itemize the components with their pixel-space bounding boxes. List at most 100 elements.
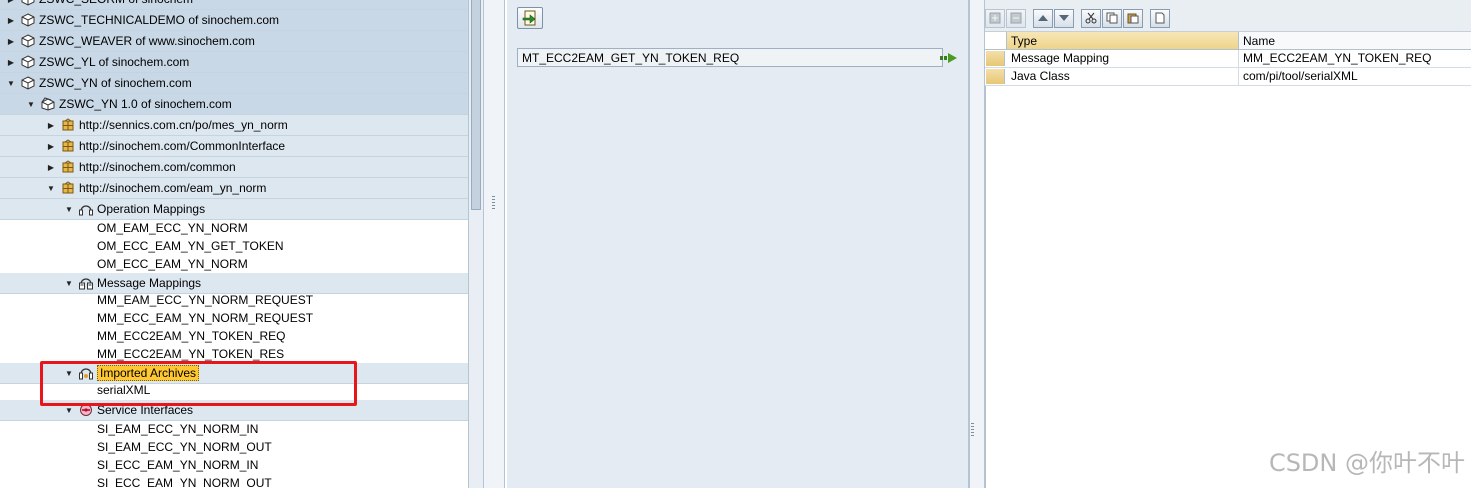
move-up-button[interactable] (1033, 8, 1053, 28)
collapsed-caret-icon[interactable]: ▶ (6, 58, 16, 67)
tree-scrollbar[interactable] (468, 0, 483, 488)
namespace-icon (60, 117, 76, 133)
tree-node-version[interactable]: ▼ ZSWC_YN 1.0 of sinochem.com (0, 94, 468, 115)
tree-node-swcv[interactable]: ▶ ZSWC_WEAVER of www.sinochem.com (0, 31, 468, 52)
tree-leaf-item[interactable]: OM_ECC_EAM_YN_NORM (0, 255, 468, 273)
collapsed-caret-icon[interactable]: ▶ (46, 142, 56, 151)
tree-node-swcv[interactable]: ▶ ZSWC_TECHNICALDEMO of sinochem.com (0, 10, 468, 31)
expanded-caret-icon[interactable]: ▼ (46, 184, 56, 193)
tree-item-label: Service Interfaces (97, 403, 194, 417)
expanded-caret-icon[interactable]: ▼ (26, 100, 36, 109)
tree-item-label: Operation Mappings (97, 202, 206, 216)
tree-item-label: OM_ECC_EAM_YN_NORM (97, 257, 248, 271)
tree-node-swcv[interactable]: ▼ ZSWC_YN of sinochem.com (0, 73, 468, 94)
tree-item-label: serialXML (97, 383, 151, 397)
tree-item-label: MM_ECC_EAM_YN_NORM_REQUEST (97, 311, 314, 325)
tree-item-label: ZSWC_SEORM of sinochem (39, 0, 193, 6)
table-row[interactable]: Message Mapping MM_ECC2EAM_YN_TOKEN_REQ (985, 50, 1471, 68)
cell-type[interactable]: Message Mapping (1007, 50, 1239, 67)
namespace-icon (60, 138, 76, 154)
package-icon (20, 0, 36, 7)
document-arrow-icon (522, 10, 536, 26)
tree-leaf-item[interactable]: SI_EAM_ECC_YN_NORM_OUT (0, 438, 468, 456)
tree-node-swcv[interactable]: ▶ ZSWC_YL of sinochem.com (0, 52, 468, 73)
tree-leaf-item[interactable]: MM_ECC2EAM_YN_TOKEN_RES (0, 345, 468, 363)
tree-node-category[interactable]: ▼ Operation Mappings (0, 199, 468, 220)
paste-button[interactable] (1123, 8, 1143, 28)
column-header-name[interactable]: Name (1239, 32, 1471, 49)
table-row[interactable]: Java Class com/pi/tool/serialXML (985, 68, 1471, 86)
cell-name[interactable]: com/pi/tool/serialXML (1239, 68, 1471, 85)
tree-node-category[interactable]: ▼ Service Interfaces (0, 400, 468, 421)
tree-leaf-item[interactable]: SI_EAM_ECC_YN_NORM_IN (0, 420, 468, 438)
tree-item-label: ZSWC_TECHNICALDEMO of sinochem.com (39, 13, 280, 27)
tree-leaf-item[interactable]: MM_EAM_ECC_YN_NORM_REQUEST (0, 291, 468, 309)
tree-node-ns[interactable]: ▼ http://sinochem.com/eam_yn_norm (0, 178, 468, 199)
collapsed-caret-icon[interactable]: ▶ (46, 163, 56, 172)
expanded-caret-icon[interactable]: ▼ (64, 205, 74, 214)
used-objects-grid: Type Name Message Mapping MM_ECC2EAM_YN_… (985, 31, 1471, 86)
collapsed-caret-icon[interactable]: ▶ (46, 121, 56, 130)
load-message-button[interactable] (517, 7, 543, 29)
tree-node-ns[interactable]: ▶ http://sennics.com.cn/po/mes_yn_norm (0, 115, 468, 136)
tree-leaf-item[interactable]: SI_ECC_EAM_YN_NORM_IN (0, 456, 468, 474)
package-open-icon (40, 96, 56, 112)
package-icon (20, 75, 36, 91)
imported-archive-icon (78, 365, 94, 381)
copy-button[interactable] (1102, 8, 1122, 28)
tree-item-label: http://sennics.com.cn/po/mes_yn_norm (79, 118, 288, 132)
tree-item-label: SI_ECC_EAM_YN_NORM_IN (97, 458, 259, 472)
message-mapping-icon (78, 275, 94, 291)
grid-empty-area (985, 69, 1471, 488)
tree-leaf-item[interactable]: serialXML (0, 381, 468, 399)
tree-item-label: MM_ECC2EAM_YN_TOKEN_REQ (97, 329, 286, 343)
expanded-caret-icon[interactable]: ▼ (64, 406, 74, 415)
tree-node-swcv[interactable]: ▶ ZSWC_SEORM of sinochem (0, 0, 468, 10)
tree-leaf-item[interactable]: MM_ECC_EAM_YN_NORM_REQUEST (0, 309, 468, 327)
insert-row-button[interactable] (985, 8, 1005, 28)
row-selector[interactable] (986, 51, 1005, 66)
tree-item-label: SI_EAM_ECC_YN_NORM_OUT (97, 440, 272, 454)
used-objects-panel: Type Name Message Mapping MM_ECC2EAM_YN_… (985, 0, 1471, 488)
collapsed-caret-icon[interactable]: ▶ (6, 16, 16, 25)
select-all-cell[interactable] (985, 32, 1007, 49)
tree-leaf-item[interactable]: OM_EAM_ECC_YN_NORM (0, 219, 468, 237)
move-down-button[interactable] (1054, 8, 1074, 28)
navigate-arrow-icon[interactable] (940, 51, 958, 65)
collapsed-caret-icon[interactable]: ▶ (6, 37, 16, 46)
namespace-icon (60, 159, 76, 175)
tree-item-label: ZSWC_YL of sinochem.com (39, 55, 190, 69)
tree-node-ns[interactable]: ▶ http://sinochem.com/common (0, 157, 468, 178)
namespace-icon (60, 180, 76, 196)
source-message-field[interactable]: MT_ECC2EAM_GET_YN_TOKEN_REQ (517, 48, 943, 67)
tree-scroll-thumb[interactable] (471, 0, 481, 210)
column-header-type[interactable]: Type (1007, 32, 1239, 49)
source-message-panel: MT_ECC2EAM_GET_YN_TOKEN_REQ (507, 0, 969, 488)
details-button[interactable] (1150, 8, 1170, 28)
splitter-right[interactable] (969, 0, 985, 488)
row-selector[interactable] (986, 69, 1005, 84)
expanded-caret-icon[interactable]: ▼ (64, 369, 74, 378)
tree-node-ns[interactable]: ▶ http://sinochem.com/CommonInterface (0, 136, 468, 157)
tree-leaf-item[interactable]: MM_ECC2EAM_YN_TOKEN_REQ (0, 327, 468, 345)
tree-item-label: MM_EAM_ECC_YN_NORM_REQUEST (97, 293, 314, 307)
cell-type[interactable]: Java Class (1007, 68, 1239, 85)
expanded-caret-icon[interactable]: ▼ (64, 279, 74, 288)
service-interface-icon (78, 402, 94, 418)
tree-item-label: OM_EAM_ECC_YN_NORM (97, 221, 248, 235)
splitter-left[interactable] (483, 0, 505, 488)
tree-item-label: ZSWC_YN 1.0 of sinochem.com (59, 97, 232, 111)
cell-name[interactable]: MM_ECC2EAM_YN_TOKEN_REQ (1239, 50, 1471, 67)
cut-button[interactable] (1081, 8, 1101, 28)
document-icon (1155, 12, 1165, 24)
insert-row-icon (989, 12, 1001, 24)
arrow-down-icon (1059, 15, 1069, 21)
package-icon (20, 12, 36, 28)
tree-item-label: http://sinochem.com/common (79, 160, 236, 174)
tree-item-label: ZSWC_YN of sinochem.com (39, 76, 192, 90)
expanded-caret-icon[interactable]: ▼ (6, 79, 16, 88)
delete-row-button[interactable] (1006, 8, 1026, 28)
tree-leaf-item[interactable]: SI_ECC_EAM_YN_NORM_OUT (0, 474, 468, 488)
collapsed-caret-icon[interactable]: ▶ (6, 0, 16, 4)
tree-leaf-item[interactable]: OM_ECC_EAM_YN_GET_TOKEN (0, 237, 468, 255)
